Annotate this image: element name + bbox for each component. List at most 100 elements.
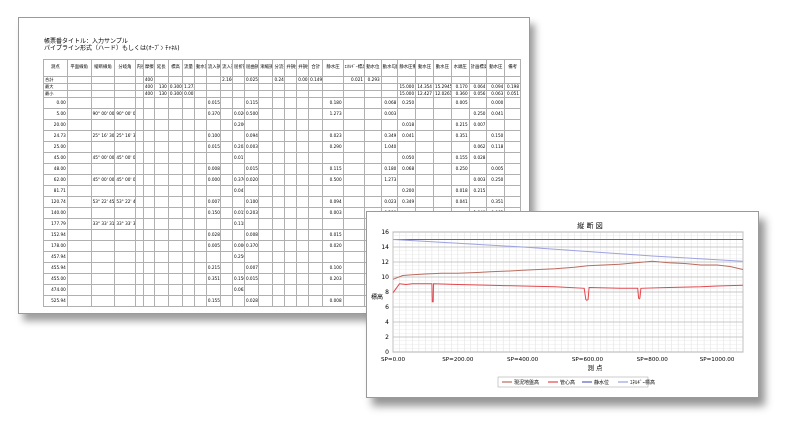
y-tick-label: 2 <box>385 334 389 341</box>
angle-cell: 33° 33' 31" <box>114 218 136 230</box>
empty-cell <box>504 108 521 120</box>
empty-cell <box>167 108 184 120</box>
empty-cell <box>220 174 234 186</box>
summary-cell <box>322 83 344 91</box>
empty-cell <box>342 97 366 109</box>
summary-cell: 12.427 <box>415 90 434 98</box>
value-cell: 0.150 <box>486 130 506 142</box>
empty-cell <box>114 119 136 131</box>
empty-cell <box>258 240 274 252</box>
empty-cell <box>308 97 324 109</box>
empty-cell <box>308 119 324 131</box>
empty-cell <box>167 196 184 208</box>
station-cell: 177.79 <box>43 218 68 230</box>
angle-cell: 53° 22' 45" <box>90 196 116 208</box>
empty-cell <box>66 108 92 120</box>
empty-cell <box>182 284 195 296</box>
empty-cell <box>66 174 92 186</box>
empty-cell <box>167 251 184 263</box>
summary-cell <box>272 90 286 98</box>
empty-cell <box>142 141 155 153</box>
angle-cell: 45° 00' 00" <box>90 152 116 164</box>
empty-cell <box>232 295 245 307</box>
summary-cell <box>114 76 136 84</box>
empty-cell <box>90 240 116 252</box>
empty-cell <box>296 119 310 131</box>
empty-cell <box>380 119 399 131</box>
empty-cell <box>364 163 382 175</box>
empty-cell <box>142 207 155 219</box>
empty-cell <box>296 141 310 153</box>
summary-cell <box>380 83 399 91</box>
y-tick-label: 0 <box>385 349 389 356</box>
value-cell: 0.050 <box>397 152 417 164</box>
value-cell: 0.015 <box>205 141 222 153</box>
empty-cell <box>66 141 92 153</box>
empty-cell <box>504 185 521 197</box>
empty-cell <box>342 273 366 285</box>
empty-cell <box>142 262 155 274</box>
x-tick-label: SP=400.00 <box>507 357 539 363</box>
empty-cell <box>272 152 286 164</box>
column-header: 標高 <box>167 59 184 77</box>
empty-cell <box>284 218 298 230</box>
value-cell: 0.003 <box>243 141 260 153</box>
empty-cell <box>284 163 298 175</box>
empty-cell <box>432 196 452 208</box>
value-cell: 0.150 <box>205 207 222 219</box>
summary-cell: 130 <box>153 83 169 91</box>
empty-cell <box>284 262 298 274</box>
summary-cell: 400 <box>142 76 155 84</box>
value-cell: 0.011 <box>232 152 245 164</box>
value-cell: 0.015 <box>243 163 260 175</box>
empty-cell <box>272 240 286 252</box>
empty-cell <box>167 185 184 197</box>
summary-cell: 0.300 <box>167 90 184 98</box>
station-cell: 455.00 <box>43 273 68 285</box>
empty-cell <box>114 284 136 296</box>
empty-cell <box>142 218 155 230</box>
table-row: 5.00 90° 00' 00"90° 00' 00" 0.370 0.0200.50… <box>43 108 521 120</box>
column-header: 静水圧備考 <box>397 59 417 77</box>
empty-cell <box>397 108 417 120</box>
empty-cell <box>220 251 234 263</box>
value-cell: 1.273 <box>380 174 399 186</box>
angle-cell: 45° 00' 00" <box>114 152 136 164</box>
empty-cell <box>284 196 298 208</box>
empty-cell <box>258 273 274 285</box>
empty-cell <box>90 273 116 285</box>
value-cell: 0.200 <box>397 185 417 197</box>
empty-cell <box>153 218 169 230</box>
summary-cell: 400 <box>142 83 155 91</box>
value-cell: 0.015 <box>322 229 344 241</box>
empty-cell <box>322 185 344 197</box>
summary-cell <box>243 90 260 98</box>
station-cell: 48.00 <box>43 163 68 175</box>
empty-cell <box>296 196 310 208</box>
summary-cell <box>205 90 222 98</box>
station-cell: 152.94 <box>43 229 68 241</box>
empty-cell <box>296 273 310 285</box>
empty-cell <box>308 295 324 307</box>
empty-cell <box>258 174 274 186</box>
empty-cell <box>167 141 184 153</box>
column-header: 弁損失 <box>284 59 298 77</box>
empty-cell <box>205 284 222 296</box>
empty-cell <box>153 130 169 142</box>
empty-cell <box>66 130 92 142</box>
value-cell: 0.018 <box>397 119 417 131</box>
empty-cell <box>432 141 452 153</box>
summary-cell <box>66 83 92 91</box>
empty-cell <box>342 295 366 307</box>
empty-cell <box>220 295 234 307</box>
summary-cell <box>322 76 344 84</box>
empty-cell <box>243 185 260 197</box>
value-cell: 0.062 <box>468 141 488 153</box>
empty-cell <box>194 119 207 131</box>
y-tick-label: 12 <box>381 259 389 266</box>
empty-cell <box>486 119 506 131</box>
empty-cell <box>142 119 155 131</box>
summary-cell <box>364 83 382 91</box>
value-cell: 0.003 <box>380 108 399 120</box>
empty-cell <box>364 119 382 131</box>
